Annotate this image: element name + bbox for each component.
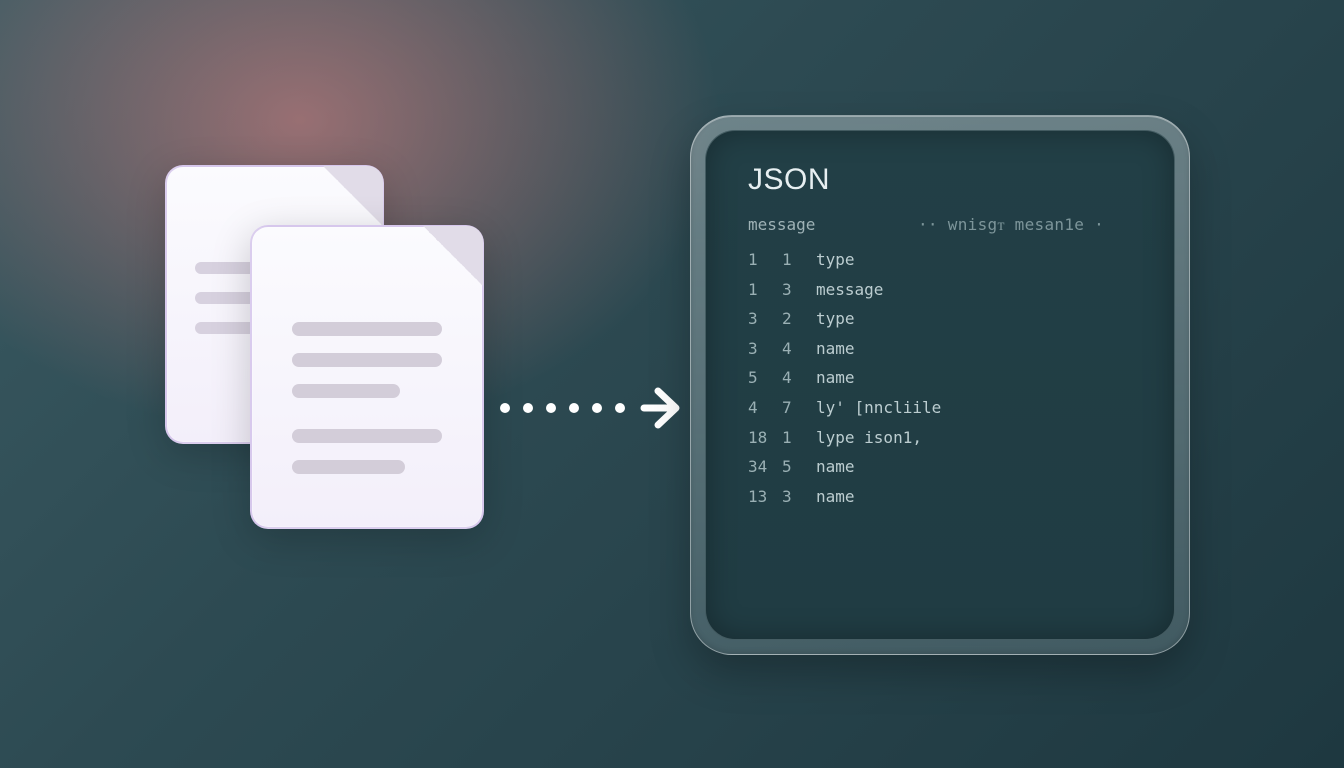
panel-title: JSON [748, 163, 1140, 197]
json-panel: JSON message ·· wnisgᴛ mesan1e · 11type … [690, 115, 1190, 655]
arrow-right-icon [500, 385, 684, 431]
documents-icon [165, 165, 485, 565]
table-row: 181lype ison1, [748, 423, 1140, 453]
json-rows: 11type 13message 32type 34name 54name 47… [748, 245, 1140, 511]
arrow-head-icon [640, 385, 684, 431]
table-row: 47ly' [nncliile [748, 393, 1140, 423]
header-col-message: message [748, 215, 918, 235]
diagram-canvas: JSON message ·· wnisgᴛ mesan1e · 11type … [0, 0, 1344, 768]
document-page-front [250, 225, 484, 529]
table-row: 34name [748, 334, 1140, 364]
page-fold-icon [423, 226, 483, 286]
json-panel-inner: JSON message ·· wnisgᴛ mesan1e · 11type … [705, 130, 1175, 640]
document-text-lines [292, 322, 442, 474]
table-row: 133name [748, 482, 1140, 512]
header-col-meta: ·· wnisgᴛ mesan1e · [918, 215, 1104, 235]
table-row: 345name [748, 452, 1140, 482]
table-row: 11type [748, 245, 1140, 275]
table-row: 32type [748, 304, 1140, 334]
panel-header-row: message ·· wnisgᴛ mesan1e · [748, 215, 1140, 235]
page-fold-icon [323, 166, 383, 226]
table-row: 13message [748, 275, 1140, 305]
table-row: 54name [748, 363, 1140, 393]
